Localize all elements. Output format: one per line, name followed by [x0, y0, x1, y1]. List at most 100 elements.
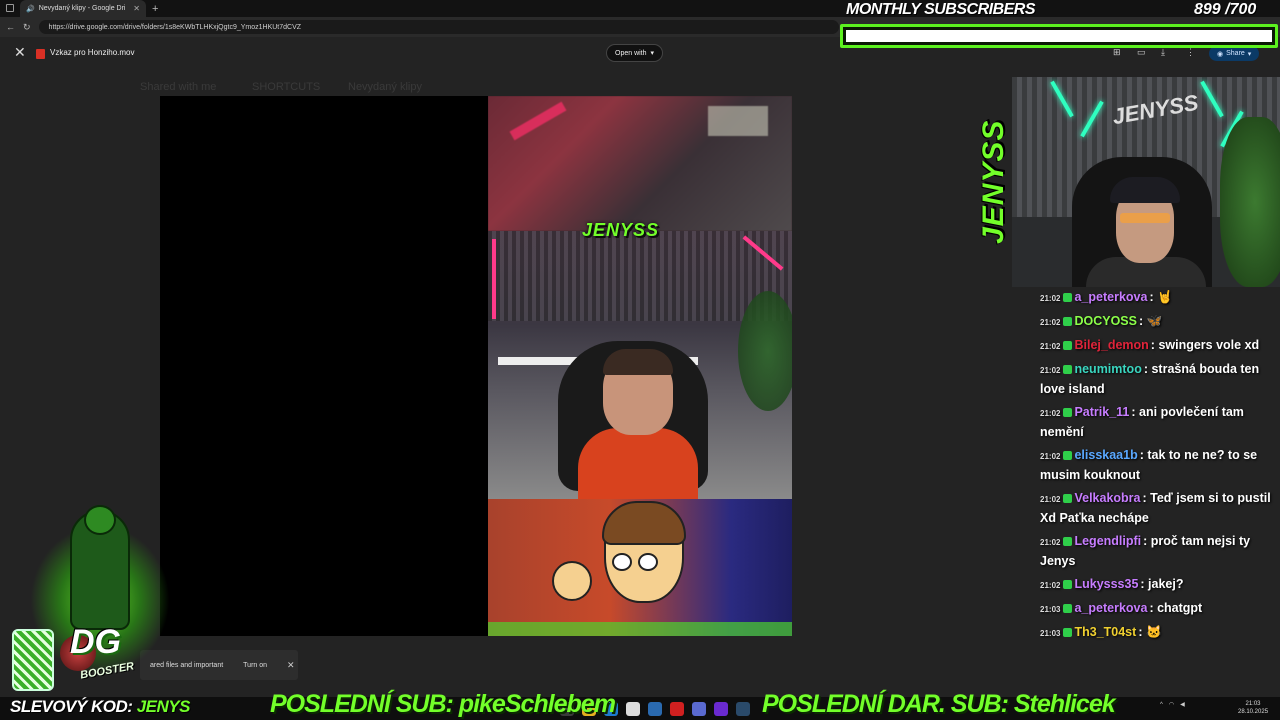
last-gift-ticker: POSLEDNÍ DAR. SUB: Stehlicek [762, 690, 1116, 718]
opera-icon[interactable] [670, 702, 684, 716]
chat-text: tak to ne ne? to se musim kouknout [1040, 448, 1258, 482]
clock-time: 21:03 [1245, 701, 1261, 707]
subs-goal-fill [846, 30, 1272, 42]
chat-timestamp: 21:02 [1040, 409, 1061, 418]
breadcrumb-item: SHORTCUTS [252, 81, 321, 93]
browser-tabbar: 🔊 Nevydaný klipy - Google Dri ✕ + [0, 0, 1280, 17]
back-icon[interactable]: ← [6, 22, 15, 32]
tab-close-icon[interactable]: ✕ [133, 4, 140, 13]
chat-username[interactable]: a_peterkova [1074, 290, 1147, 304]
chat-username[interactable]: Lukysss35 [1074, 577, 1138, 591]
chat-timestamp: 21:02 [1040, 495, 1061, 504]
promo-code-banner: SLEVOVÝ KOD: JENYS [10, 697, 190, 717]
sub-badge-icon [1063, 293, 1073, 303]
notice-close-icon[interactable]: ✕ [287, 660, 295, 671]
chat-message: 21:02 elisskaa1b: tak to ne ne? to se mus… [1040, 448, 1258, 482]
tab-title: Nevydaný klipy - Google Dri [38, 5, 126, 12]
chat-text: swingers vole xd [1158, 338, 1260, 352]
chat-timestamp: 21:02 [1040, 342, 1061, 351]
file-name: Vzkaz pro Honziho.mov [50, 48, 135, 57]
chat-text: chatgpt [1157, 601, 1203, 615]
sub-badge-icon [1063, 494, 1073, 504]
streamer-webcam: JENYSS [1012, 77, 1280, 287]
steam-icon[interactable] [736, 702, 750, 716]
sub-badge-icon [1063, 317, 1073, 327]
side-channel-logo: JENYSS [977, 119, 1010, 245]
chat-cut-line [1040, 276, 1276, 284]
turn-on-button[interactable]: Turn on [243, 662, 267, 669]
open-with-button[interactable]: Open with ▾ [606, 44, 664, 62]
chat-username[interactable]: elisskaa1b [1074, 448, 1137, 462]
sub-badge-icon [1063, 580, 1073, 590]
sub-badge-icon [1063, 365, 1073, 375]
chat-username[interactable]: neumimtoo [1074, 362, 1141, 376]
chat-message: 21:02 neumimtoo: strašná bouda ten love i… [1040, 362, 1260, 396]
chat-username[interactable]: DOCYOSS [1074, 314, 1137, 328]
chat-message: 21:02 Velkakobra: Teď jsem si to pustil X… [1040, 491, 1271, 525]
chat-text: jakej? [1148, 577, 1184, 591]
chat-timestamp: 21:02 [1040, 294, 1061, 303]
chat-username[interactable]: Bilej_demon [1074, 338, 1148, 352]
reload-icon[interactable]: ↻ [23, 22, 31, 33]
sub-badge-icon [1063, 537, 1073, 547]
video-logo: JENYSS [582, 220, 660, 240]
mail-icon[interactable] [648, 702, 662, 716]
more-options-icon[interactable]: ⋮ [1186, 47, 1195, 58]
download-icon[interactable]: ⤓ [1161, 47, 1165, 58]
volume-icon[interactable]: ◀ [1180, 701, 1185, 708]
close-preview-icon[interactable]: ✕ [14, 44, 26, 61]
video-frame[interactable]: JENYSS [488, 96, 792, 636]
new-tab-icon[interactable]: + [152, 3, 158, 15]
last-sub-ticker: POSLEDNÍ SUB: pikeSchlebem [270, 690, 616, 718]
chat-message: 21:03 Th3_T04st: 🐱 [1040, 625, 1162, 639]
subs-goal-title: MONTHLY SUBSCRIBERS [846, 1, 1036, 18]
chat-timestamp: 21:02 [1040, 318, 1061, 327]
chat-timestamp: 21:03 [1040, 605, 1061, 614]
chat-message: 21:02 Bilej_demon: swingers vole xd [1040, 338, 1260, 352]
sub-badge-icon [1063, 451, 1073, 461]
chat-timestamp: 21:02 [1040, 538, 1061, 547]
promo-label: SLEVOVÝ KOD: [10, 697, 133, 716]
speaker-icon[interactable]: 🔊 [26, 5, 35, 13]
cartoon-character [552, 501, 688, 623]
breadcrumb-item: Shared with me [140, 81, 217, 93]
promo-code: JENYS [136, 697, 191, 716]
globe-icon: ◉ [1217, 50, 1224, 58]
sub-badge-icon [1063, 408, 1073, 418]
system-tray: ^ ◠ ◀ [1160, 701, 1185, 709]
store-icon[interactable] [626, 702, 640, 716]
sub-badge-icon [1063, 604, 1073, 614]
video-bottom-section [488, 499, 792, 636]
energy-can-image [12, 629, 54, 691]
video-top-blur [488, 96, 792, 231]
chat-username[interactable]: Legendlipfi [1074, 534, 1141, 548]
chat-message: 21:02 a_peterkova: 🤘 [1040, 290, 1173, 304]
clock-date: 28.10.2025 [1238, 709, 1269, 715]
taskbar-clock[interactable]: 21:03 28.10.2025 [1238, 700, 1268, 716]
wifi-icon[interactable]: ◠ [1169, 701, 1174, 708]
breadcrumb-item: Nevydaný klipy [348, 81, 422, 93]
twitch-icon[interactable] [714, 702, 728, 716]
chat-username[interactable]: a_peterkova [1074, 601, 1147, 615]
url-field[interactable]: https://drive.google.com/drive/folders/1… [38, 20, 839, 34]
chat-timestamp: 21:03 [1040, 629, 1061, 638]
sub-badge-icon [1063, 341, 1073, 351]
dropdown-arrow-icon: ▾ [650, 50, 655, 57]
chat-username[interactable]: Patrik_11 [1074, 405, 1129, 419]
window-menu-icon[interactable] [6, 4, 14, 12]
chat-username[interactable]: Velkakobra [1074, 491, 1140, 505]
share-button[interactable]: ◉ Share ▾ [1209, 46, 1260, 61]
comment-icon[interactable]: ▭ [1137, 47, 1146, 58]
chat-message: 21:02 Patrik_11: ani povlečení tam nemění [1040, 405, 1244, 439]
chevron-up-icon[interactable]: ^ [1160, 702, 1163, 708]
chat-text: 🦋 [1146, 314, 1163, 328]
chat-username[interactable]: Th3_T04st [1074, 625, 1136, 639]
share-label: Share [1226, 50, 1245, 57]
discord-icon[interactable] [692, 702, 706, 716]
add-shortcut-icon[interactable]: ⊞ [1113, 47, 1121, 58]
browser-tab[interactable]: 🔊 Nevydaný klipy - Google Dri ✕ [20, 0, 146, 17]
chat-timestamp: 21:02 [1040, 366, 1061, 375]
chat-timestamp: 21:02 [1040, 452, 1061, 461]
stream-chat: 21:02 a_peterkova: 🤘 21:02 DOCYOSS: 🦋 21:02 B… [1040, 276, 1276, 646]
dropdown-arrow-icon: ▾ [1247, 50, 1252, 58]
